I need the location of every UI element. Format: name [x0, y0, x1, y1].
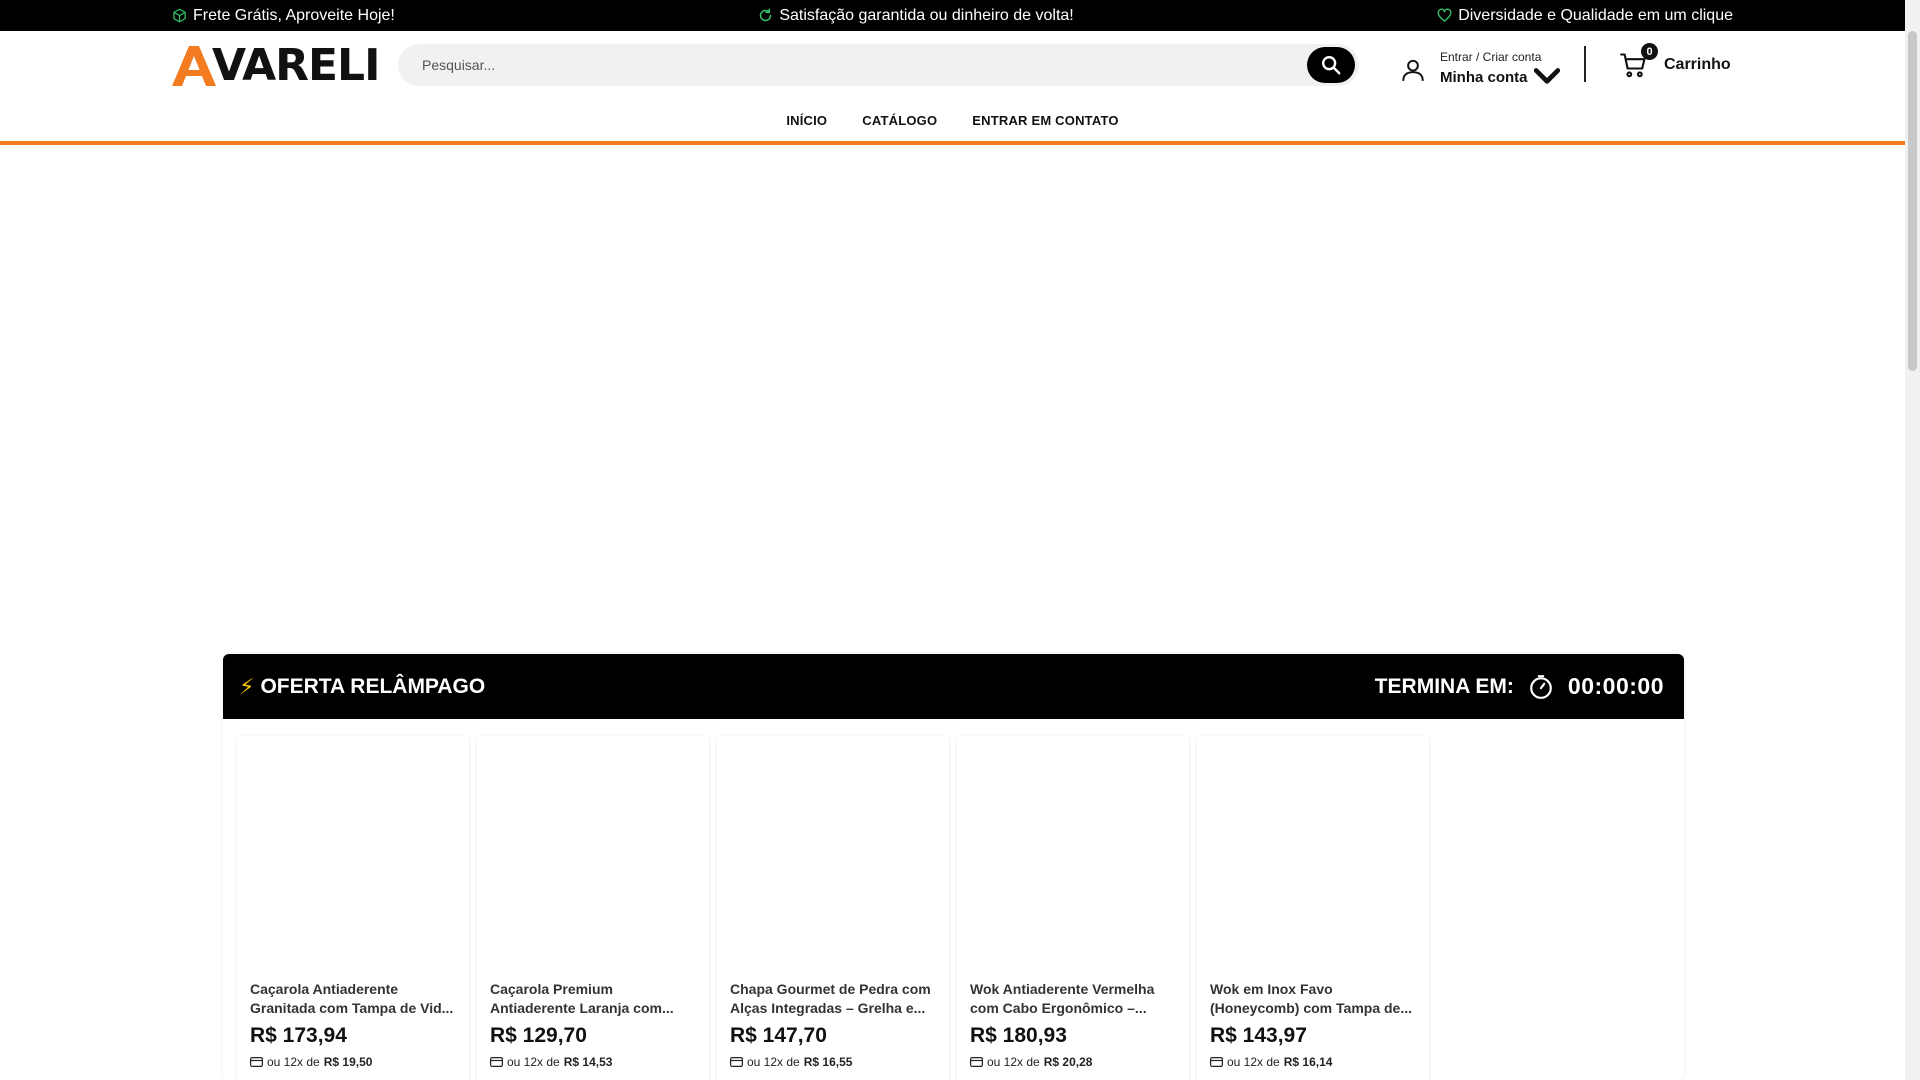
credit-card-icon	[730, 1057, 743, 1067]
account-menu[interactable]: Entrar / Criar conta Minha conta	[1400, 50, 1560, 90]
stopwatch-icon	[1530, 674, 1552, 699]
page-scrollbar[interactable]	[1905, 0, 1920, 1080]
product-image[interactable]	[477, 736, 709, 968]
scrollbar-thumb[interactable]	[1908, 31, 1917, 371]
installment-value: R$ 20,28	[1043, 1055, 1093, 1069]
installment-prefix: ou 12x de	[267, 1055, 320, 1069]
product-list: Caçarola Antiaderente Granitada com Tamp…	[237, 736, 1429, 1080]
search-icon	[1322, 56, 1341, 75]
product-card[interactable]: Caçarola Premium Antiaderente Laranja co…	[477, 736, 709, 1080]
credit-card-icon	[1210, 1057, 1223, 1067]
search-bar	[398, 44, 1359, 86]
nav-item-inicio[interactable]: INÍCIO	[786, 113, 827, 128]
flash-sale-section: ⚡ OFERTA RELÂMPAGO TERMINA EM: 00:00:00 …	[223, 654, 1684, 1080]
cart-button[interactable]: 0 Carrinho	[1620, 43, 1731, 79]
flash-sale-title-text: OFERTA RELÂMPAGO	[260, 674, 486, 698]
credit-card-icon	[250, 1057, 263, 1067]
refresh-icon	[760, 8, 772, 22]
account-title: Minha conta	[1440, 64, 1560, 90]
installment-value: R$ 16,55	[803, 1055, 853, 1069]
promo-text: Frete Grátis, Aproveite Hoje!	[193, 6, 395, 24]
promo-diversity: Diversidade e Qualidade em um clique	[1437, 7, 1733, 25]
product-card[interactable]: Chapa Gourmet de Pedra com Alças Integra…	[717, 736, 949, 1080]
product-card[interactable]: Wok Antiaderente Vermelha com Cabo Ergon…	[957, 736, 1189, 1080]
countdown-timer: 00:00:00	[1567, 673, 1664, 699]
product-price: R$ 129,70	[490, 1024, 587, 1047]
product-image[interactable]	[1197, 736, 1429, 968]
installment-value: R$ 19,50	[323, 1055, 373, 1069]
product-installments: ou 12x de R$ 16,14	[1210, 1055, 1332, 1069]
flash-sale-header: ⚡ OFERTA RELÂMPAGO TERMINA EM: 00:00:00	[223, 654, 1684, 719]
nav-item-catalogo[interactable]: CATÁLOGO	[862, 113, 937, 128]
promo-text: Satisfação garantida ou dinheiro de volt…	[779, 6, 1074, 24]
cart-label: Carrinho	[1664, 56, 1731, 73]
product-name[interactable]: Caçarola Premium Antiaderente Laranja co…	[490, 980, 700, 1018]
product-installments: ou 12x de R$ 19,50	[250, 1055, 372, 1069]
product-installments: ou 12x de R$ 20,28	[970, 1055, 1092, 1069]
header-accent-line	[0, 141, 1905, 145]
site-header: VARELI Entrar / Criar conta Minha conta	[0, 31, 1905, 143]
cart-count-badge: 0	[1641, 43, 1658, 60]
promo-free-shipping: Frete Grátis, Aproveite Hoje!	[172, 7, 395, 25]
search-button[interactable]	[1307, 47, 1355, 83]
account-title-text: Minha conta	[1440, 68, 1528, 86]
nav-item-contato[interactable]: ENTRAR EM CONTATO	[972, 113, 1118, 128]
credit-card-icon	[490, 1057, 503, 1067]
product-installments: ou 12x de R$ 16,55	[730, 1055, 852, 1069]
credit-card-icon	[970, 1057, 983, 1067]
product-name[interactable]: Caçarola Antiaderente Granitada com Tamp…	[250, 980, 460, 1018]
product-name[interactable]: Chapa Gourmet de Pedra com Alças Integra…	[730, 980, 940, 1018]
installment-prefix: ou 12x de	[507, 1055, 560, 1069]
product-card[interactable]: Wok em Inox Favo (Honeycomb) com Tampa d…	[1197, 736, 1429, 1080]
cart-icon-wrap: 0	[1620, 43, 1658, 79]
product-image[interactable]	[717, 736, 949, 968]
logo[interactable]: VARELI	[172, 40, 380, 91]
chevron-down-icon	[1533, 68, 1560, 84]
product-image[interactable]	[957, 736, 1189, 968]
user-icon	[1402, 59, 1424, 81]
product-price: R$ 143,97	[1210, 1024, 1307, 1047]
heart-icon	[1437, 8, 1452, 22]
logo-mark-icon	[172, 46, 216, 86]
flash-sale-countdown: TERMINA EM: 00:00:00	[1375, 673, 1664, 700]
countdown-label: TERMINA EM:	[1374, 674, 1514, 698]
logo-text: VARELI	[212, 40, 380, 91]
lightning-icon: ⚡	[239, 673, 255, 699]
product-price: R$ 173,94	[250, 1024, 347, 1047]
promo-satisfaction: Satisfação garantida ou dinheiro de volt…	[758, 6, 1074, 25]
account-login-label: Entrar / Criar conta	[1440, 50, 1542, 64]
product-installments: ou 12x de R$ 14,53	[490, 1055, 612, 1069]
installment-prefix: ou 12x de	[1227, 1055, 1280, 1069]
installment-prefix: ou 12x de	[987, 1055, 1040, 1069]
installment-value: R$ 16,14	[1283, 1055, 1333, 1069]
box-icon	[173, 8, 186, 23]
account-text: Entrar / Criar conta Minha conta	[1440, 50, 1560, 90]
main-nav: INÍCIO CATÁLOGO ENTRAR EM CONTATO	[0, 113, 1905, 128]
search-input[interactable]	[422, 57, 1262, 73]
product-image[interactable]	[237, 736, 469, 968]
page: Frete Grátis, Aproveite Hoje! Satisfação…	[0, 0, 1920, 1080]
product-price: R$ 180,93	[970, 1024, 1067, 1047]
promo-text: Diversidade e Qualidade em um clique	[1458, 6, 1733, 24]
product-name[interactable]: Wok Antiaderente Vermelha com Cabo Ergon…	[970, 980, 1180, 1018]
product-name[interactable]: Wok em Inox Favo (Honeycomb) com Tampa d…	[1210, 980, 1420, 1018]
flash-sale-title: ⚡ OFERTA RELÂMPAGO	[239, 674, 485, 700]
product-price: R$ 147,70	[730, 1024, 827, 1047]
product-card[interactable]: Caçarola Antiaderente Granitada com Tamp…	[237, 736, 469, 1080]
header-divider	[1584, 46, 1586, 82]
promo-bar: Frete Grátis, Aproveite Hoje! Satisfação…	[0, 0, 1905, 31]
installment-value: R$ 14,53	[563, 1055, 613, 1069]
installment-prefix: ou 12x de	[747, 1055, 800, 1069]
